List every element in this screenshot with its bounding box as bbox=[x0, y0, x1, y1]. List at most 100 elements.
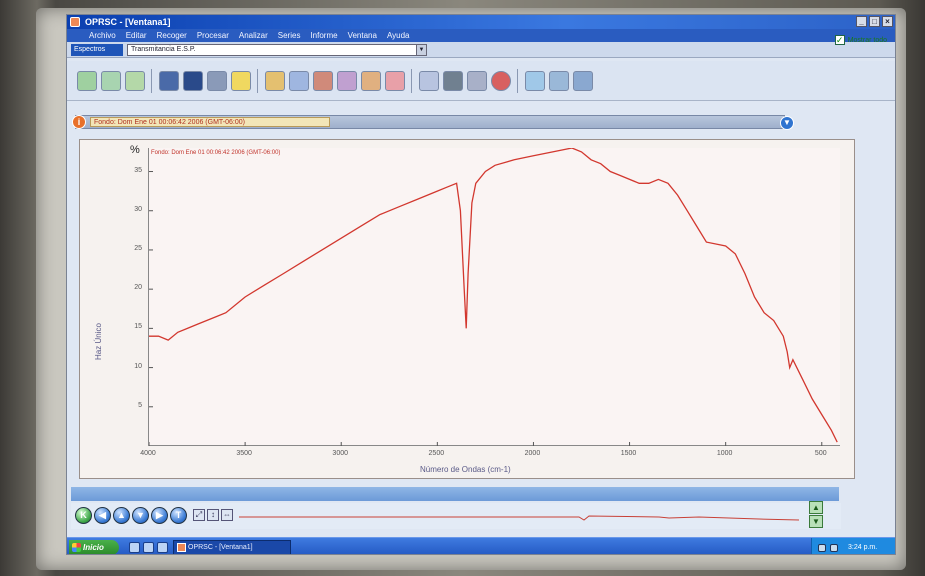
plot-area[interactable]: Fondo: Dom Ene 01 00:06:42 2006 (GMT-06:… bbox=[148, 148, 840, 446]
menu-analizar[interactable]: Analizar bbox=[239, 29, 268, 42]
x-tick-label: 3500 bbox=[236, 450, 252, 457]
show-all-toggle[interactable]: ✓ Mostrar todo bbox=[834, 35, 887, 45]
quicklaunch-media-icon[interactable] bbox=[157, 542, 168, 553]
open-file-icon[interactable] bbox=[159, 71, 179, 91]
menu-bar: Archivo Editar Recoger Procesar Analizar… bbox=[67, 29, 895, 42]
stack-spectra-icon[interactable] bbox=[289, 71, 309, 91]
email-icon[interactable] bbox=[231, 71, 251, 91]
overlay-spectra-icon[interactable] bbox=[313, 71, 333, 91]
spectrum-title-strip bbox=[71, 487, 839, 501]
app-icon bbox=[70, 17, 80, 27]
scroll-down-icon[interactable]: ▼ bbox=[809, 515, 823, 528]
full-scale-icon[interactable] bbox=[337, 71, 357, 91]
windows-taskbar: Inicio OPRSC - [Ventana1] 3:24 p.m. bbox=[67, 537, 895, 554]
info-icon[interactable]: i bbox=[72, 115, 86, 129]
nav-left-button[interactable]: ◀ bbox=[94, 507, 111, 524]
start-button[interactable]: Inicio bbox=[69, 540, 119, 554]
y-axis-label: Haz Único bbox=[94, 323, 103, 360]
collect-background-icon[interactable] bbox=[101, 71, 121, 91]
find-peaks-icon[interactable] bbox=[467, 71, 487, 91]
y-tick-label: 20 bbox=[134, 284, 142, 292]
app-icon bbox=[177, 543, 186, 552]
save-icon[interactable] bbox=[183, 71, 203, 91]
y-tick-label: 25 bbox=[134, 244, 142, 252]
toolbar-divider bbox=[517, 69, 518, 93]
overview-scroll: ▲ ▼ bbox=[809, 501, 823, 529]
minimize-button[interactable]: _ bbox=[856, 16, 867, 27]
x-tick-label: 3000 bbox=[332, 450, 348, 457]
spectrum-info-bar: i Fondo: Dom Ene 01 00:06:42 2006 (GMT-0… bbox=[72, 115, 785, 129]
x-tick-label: 2000 bbox=[524, 450, 541, 457]
checkbox-icon[interactable]: ✓ bbox=[834, 35, 845, 45]
menu-archivo[interactable]: Archivo bbox=[89, 29, 116, 42]
spectrum-line bbox=[149, 148, 838, 443]
scale-vertical-icon[interactable]: ↕ bbox=[207, 509, 219, 521]
menu-ventana[interactable]: Ventana bbox=[348, 29, 377, 42]
overview-trace bbox=[239, 515, 799, 521]
tray-clock: 3:24 p.m. bbox=[848, 544, 878, 551]
nav-up-button[interactable]: ▲ bbox=[113, 507, 130, 524]
start-label: Inicio bbox=[83, 543, 104, 552]
taskbar-app-button[interactable]: OPRSC - [Ventana1] bbox=[173, 540, 291, 554]
volume-icon[interactable] bbox=[830, 543, 838, 552]
quicklaunch-browser-icon[interactable] bbox=[143, 542, 154, 553]
window-title: OPRSC - [Ventana1] bbox=[85, 17, 171, 27]
close-button[interactable]: × bbox=[882, 16, 893, 27]
toolbar-divider bbox=[411, 69, 412, 93]
nav-down-button[interactable]: ▼ bbox=[132, 507, 149, 524]
nav-right-button[interactable]: ▶ bbox=[151, 507, 168, 524]
menu-editar[interactable]: Editar bbox=[126, 29, 147, 42]
scroll-up-icon[interactable]: ▲ bbox=[809, 501, 823, 514]
library-search-icon[interactable] bbox=[443, 71, 463, 91]
quicklaunch-desktop-icon[interactable] bbox=[129, 542, 140, 553]
x-tick-label: 2500 bbox=[428, 450, 445, 457]
windows-flag-icon bbox=[72, 543, 81, 552]
experiment-setup-icon[interactable] bbox=[125, 71, 145, 91]
y-tick-label: 30 bbox=[134, 205, 142, 213]
display-limits-icon[interactable] bbox=[265, 71, 285, 91]
menu-informe[interactable]: Informe bbox=[310, 29, 337, 42]
menu-ayuda[interactable]: Ayuda bbox=[387, 29, 410, 42]
spectrum-window: % Fondo: Dom Ene 01 00:06:42 2006 (GMT-0… bbox=[79, 139, 855, 479]
plot-corner-label: % bbox=[130, 144, 140, 156]
expand-down-icon[interactable]: ▼ bbox=[780, 116, 794, 130]
overview-spectrum[interactable] bbox=[239, 503, 799, 529]
spectrum-info-text: Fondo: Dom Ene 01 00:06:42 2006 (GMT-06:… bbox=[90, 117, 330, 127]
nav-home-button[interactable]: K bbox=[75, 507, 92, 524]
taskbar-app-label: OPRSC - [Ventana1] bbox=[188, 544, 253, 551]
spectra-label: Espectros bbox=[71, 44, 123, 56]
peak-tool-icon[interactable] bbox=[385, 71, 405, 91]
collect-sample-icon[interactable] bbox=[77, 71, 97, 91]
spectrum-select-bar: Espectros Transmitancia E.S.P. ▼ bbox=[67, 42, 895, 58]
report-icon[interactable] bbox=[525, 71, 545, 91]
main-toolbar bbox=[67, 61, 895, 101]
x-tick-label: 4000 bbox=[140, 450, 156, 457]
zoom-icon[interactable] bbox=[419, 71, 439, 91]
window-titlebar[interactable]: OPRSC - [Ventana1] _ □ × bbox=[67, 15, 895, 29]
common-scale-icon[interactable] bbox=[361, 71, 381, 91]
macro-icon[interactable] bbox=[573, 71, 593, 91]
window-controls: _ □ × bbox=[856, 16, 893, 27]
nav-text-button[interactable]: T bbox=[170, 507, 187, 524]
stop-icon[interactable] bbox=[491, 71, 511, 91]
toolbar-divider bbox=[151, 69, 152, 93]
notebook-icon[interactable] bbox=[549, 71, 569, 91]
y-tick-label: 35 bbox=[134, 166, 142, 174]
scale-expand-icon[interactable]: ⤢ bbox=[193, 509, 205, 521]
network-icon[interactable] bbox=[818, 543, 826, 552]
app-screen: OPRSC - [Ventana1] _ □ × Archivo Editar … bbox=[66, 14, 896, 555]
chevron-down-icon[interactable]: ▼ bbox=[416, 45, 426, 55]
menu-procesar[interactable]: Procesar bbox=[197, 29, 229, 42]
maximize-button[interactable]: □ bbox=[869, 16, 880, 27]
spectrum-select[interactable]: Transmitancia E.S.P. ▼ bbox=[127, 44, 427, 56]
spectrum-select-value: Transmitancia E.S.P. bbox=[131, 46, 196, 53]
menu-recoger[interactable]: Recoger bbox=[157, 29, 187, 42]
x-tick-label: 1000 bbox=[716, 450, 733, 457]
toolbar-divider bbox=[257, 69, 258, 93]
print-icon[interactable] bbox=[207, 71, 227, 91]
show-all-label: Mostrar todo bbox=[847, 36, 887, 44]
plot-title: Fondo: Dom Ene 01 00:06:42 2006 (GMT-06:… bbox=[151, 150, 281, 156]
menu-series[interactable]: Series bbox=[278, 29, 301, 42]
scale-horizontal-icon[interactable]: ⇔ bbox=[221, 509, 233, 521]
y-tick-label: 5 bbox=[138, 401, 142, 409]
